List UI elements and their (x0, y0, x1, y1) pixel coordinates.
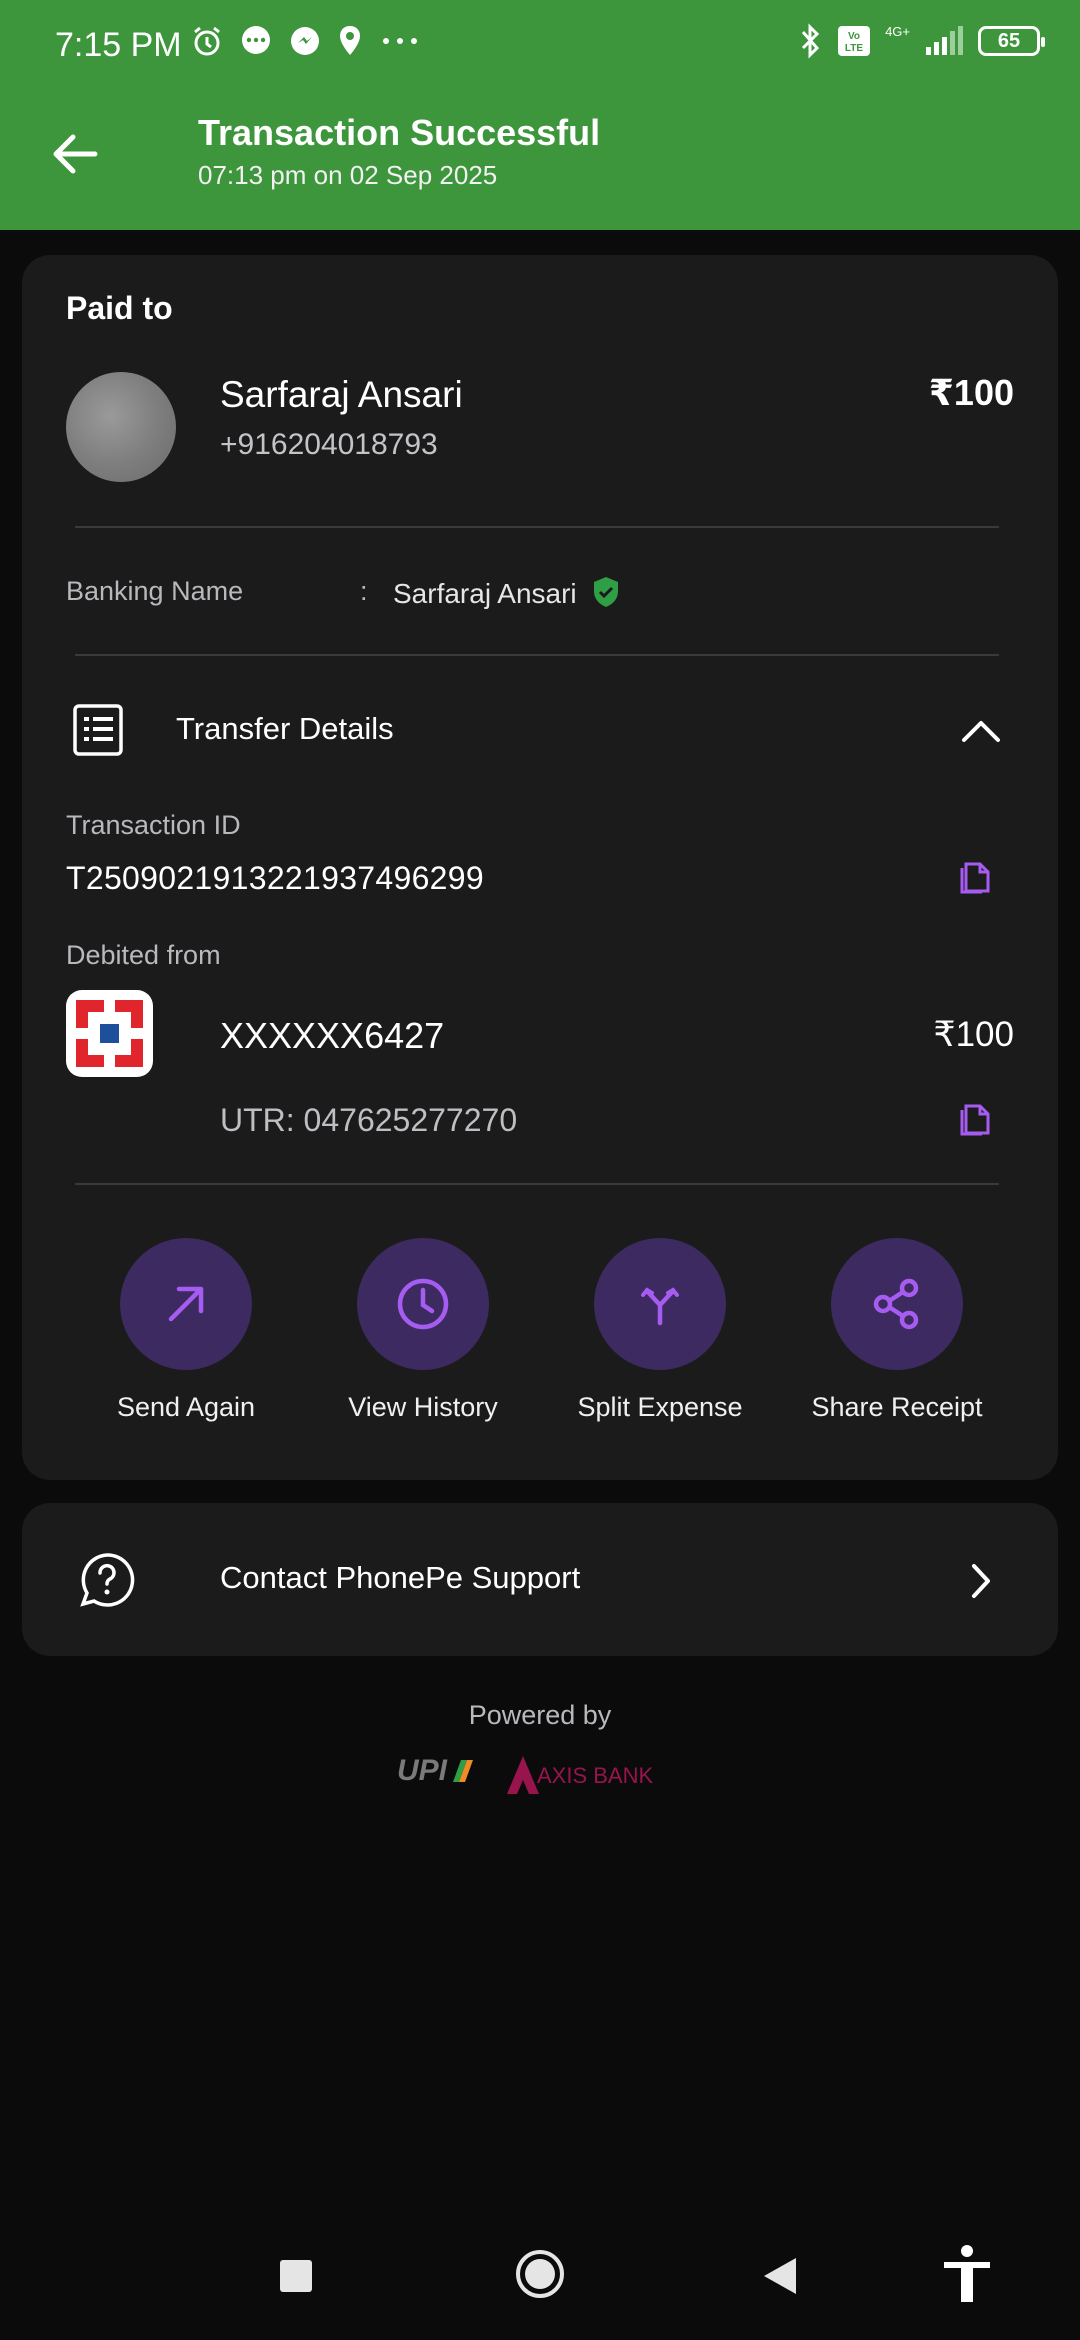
payee-name: Sarfaraj Ansari (220, 374, 463, 415)
document-list-icon (72, 703, 124, 757)
chevron-right-icon[interactable] (970, 1562, 992, 1600)
divider (75, 1183, 999, 1185)
share-receipt-circle[interactable] (831, 1238, 963, 1370)
payee-phone: +916204018793 (220, 428, 438, 461)
banking-name-value: Sarfaraj Ansari (393, 578, 577, 609)
battery-icon: 65 (978, 26, 1045, 56)
volte-icon: VoLTE (838, 26, 871, 56)
account-number: XXXXXX6427 (220, 1015, 445, 1056)
split-expense-button[interactable]: Split Expense (542, 1238, 778, 1423)
nav-back-button[interactable] (762, 2256, 798, 2296)
network-label: 4G+ (885, 23, 910, 39)
svg-text:Vo: Vo (848, 31, 860, 42)
transfer-details-title[interactable]: Transfer Details (176, 711, 394, 747)
arrow-up-right-icon (168, 1286, 204, 1322)
alarm-icon (194, 26, 220, 56)
paid-to-label: Paid to (66, 290, 173, 326)
home-button[interactable] (514, 2248, 566, 2300)
transaction-id-value: T2509021913221937496299 (66, 860, 484, 896)
debited-amount: ₹100 (933, 1015, 1014, 1054)
action-row: Send Again View History Split Expense Sh… (22, 1238, 1058, 1438)
transaction-id-label: Transaction ID (66, 810, 241, 840)
axis-bank-logo: AXIS BANK (537, 1763, 653, 1788)
signal-icon (926, 26, 963, 55)
location-icon (340, 26, 360, 55)
partner-logos: UPI AXIS BANK (395, 1750, 695, 1796)
split-icon (641, 1287, 679, 1326)
recent-apps-button[interactable] (280, 2260, 312, 2292)
arrow-left-icon (53, 134, 98, 174)
clock-icon (397, 1278, 449, 1330)
more-icon (383, 38, 417, 44)
send-again-label: Send Again (116, 1392, 256, 1422)
battery-level: 65 (997, 29, 1021, 52)
banking-name-label: Banking Name (66, 576, 244, 606)
view-history-label: View History (348, 1392, 498, 1422)
divider (75, 526, 999, 528)
share-icon (873, 1278, 919, 1330)
accessibility-button[interactable] (940, 2244, 994, 2304)
contact-support-label[interactable]: Contact PhonePe Support (220, 1560, 580, 1596)
status-icons-right: Vo LTE 4G+ 65 (799, 22, 1045, 60)
paid-amount: ₹100 (928, 372, 1014, 413)
avatar (66, 372, 176, 482)
copy-utr-icon[interactable] (958, 1100, 992, 1136)
split-expense-circle[interactable] (594, 1238, 726, 1370)
view-history-circle[interactable] (357, 1238, 489, 1370)
chat-icon (242, 26, 270, 54)
status-icons-left (190, 24, 422, 58)
send-again-button[interactable]: Send Again (68, 1238, 304, 1423)
share-receipt-label: Share Receipt (811, 1392, 983, 1422)
help-question-icon (78, 1551, 136, 1609)
home-circle-icon (516, 2250, 564, 2298)
banking-name-colon: : (360, 576, 368, 606)
messenger-icon (291, 27, 319, 55)
svg-text:LTE: LTE (845, 43, 863, 54)
debited-from-label: Debited from (66, 940, 221, 970)
share-receipt-button[interactable]: Share Receipt (779, 1238, 1015, 1423)
page-title: Transaction Successful (198, 112, 601, 153)
chevron-up-icon[interactable] (960, 718, 1002, 744)
split-expense-label: Split Expense (577, 1392, 743, 1422)
bluetooth-icon (801, 23, 820, 59)
triangle-back-icon (764, 2258, 796, 2294)
upi-logo: UPI (397, 1754, 448, 1787)
utr-number: UTR: 047625277270 (220, 1102, 518, 1138)
status-time: 7:15 PM (55, 26, 182, 64)
copy-transaction-id-icon[interactable] (958, 858, 992, 894)
back-button[interactable] (45, 125, 109, 183)
transaction-timestamp: 07:13 pm on 02 Sep 2025 (198, 160, 498, 190)
send-again-circle[interactable] (120, 1238, 252, 1370)
verified-shield-icon (590, 575, 622, 609)
accessibility-icon (944, 2245, 990, 2302)
powered-by-label: Powered by (468, 1700, 612, 1730)
view-history-button[interactable]: View History (305, 1238, 541, 1423)
bank-logo (66, 990, 153, 1077)
divider (75, 654, 999, 656)
